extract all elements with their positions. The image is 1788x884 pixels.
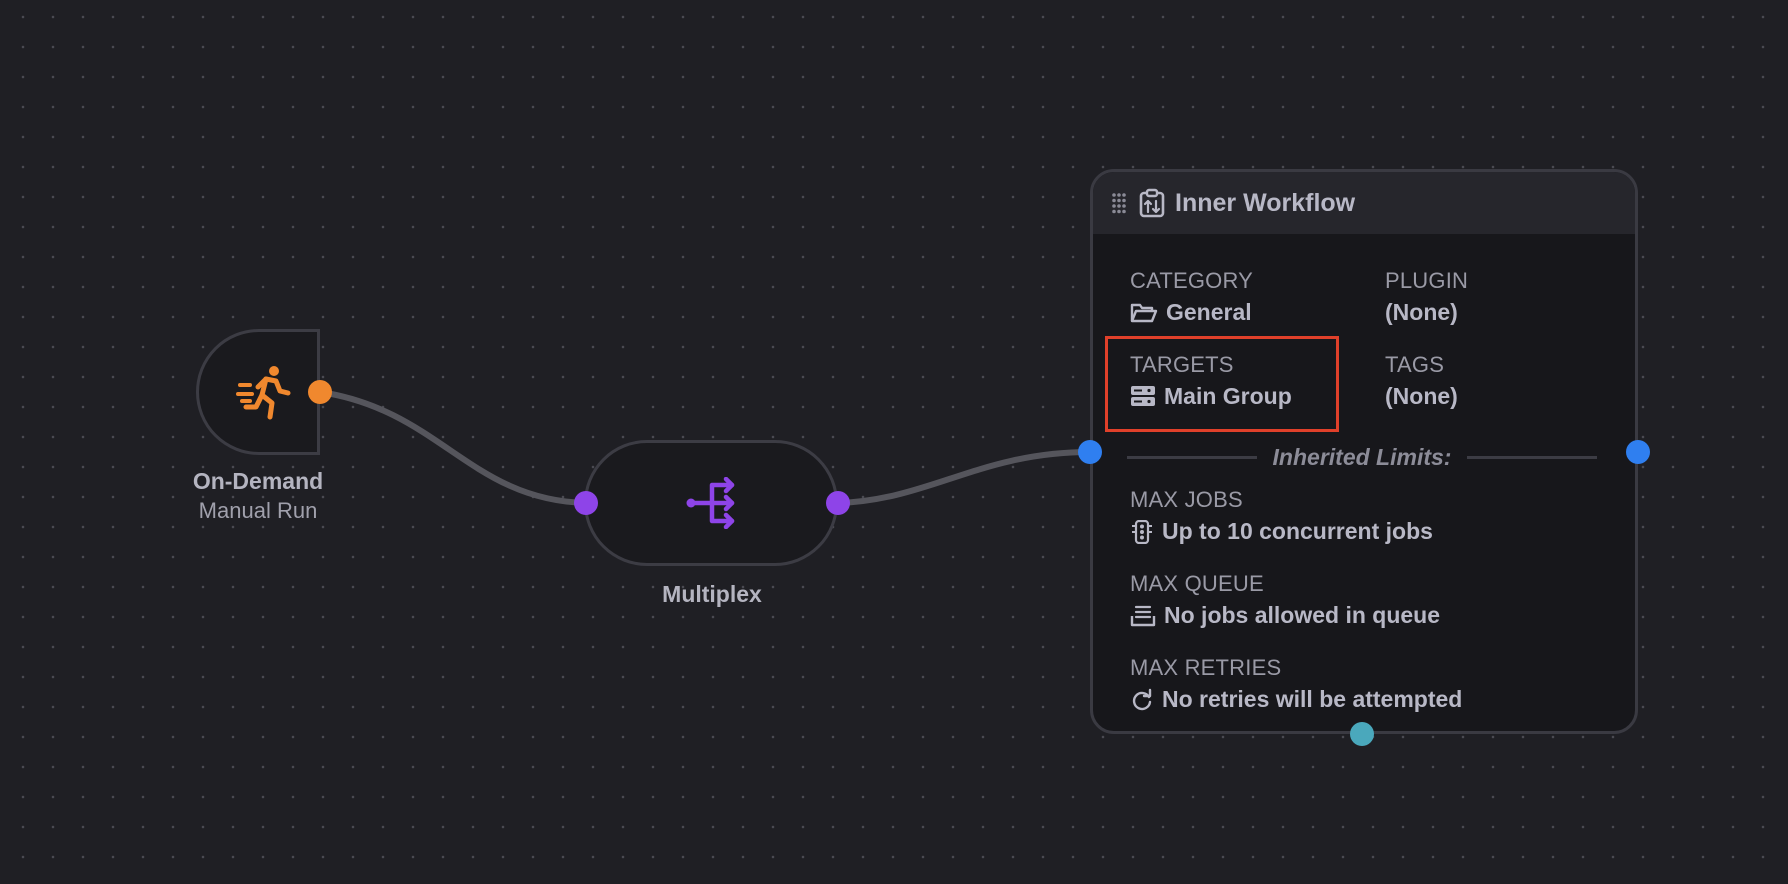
multiplex-title: Multiplex bbox=[662, 581, 762, 607]
category-value: General bbox=[1166, 299, 1252, 325]
workflow-limit-port[interactable] bbox=[1350, 722, 1374, 746]
max-queue-value: No jobs allowed in queue bbox=[1164, 602, 1441, 628]
multiplex-input-port[interactable] bbox=[574, 491, 598, 515]
max-queue-value-row: No jobs allowed in queue bbox=[1130, 602, 1440, 629]
category-value-row: General bbox=[1130, 299, 1253, 326]
field-max-queue: MAX QUEUE No jobs allowed in queue bbox=[1130, 571, 1440, 629]
field-targets: TARGETS Main Group bbox=[1130, 352, 1292, 410]
trigger-node[interactable] bbox=[196, 329, 320, 455]
targets-value-row: Main Group bbox=[1130, 383, 1292, 410]
drag-grip-icon[interactable] bbox=[1111, 192, 1127, 214]
targets-value: Main Group bbox=[1164, 383, 1292, 409]
workflow-title: Inner Workflow bbox=[1175, 188, 1356, 217]
trigger-output-port[interactable] bbox=[308, 380, 332, 404]
inherited-limits-divider: Inherited Limits: bbox=[1127, 442, 1597, 472]
field-max-retries: MAX RETRIES No retries will be attempted bbox=[1130, 655, 1462, 713]
workflow-header[interactable]: Inner Workflow bbox=[1093, 172, 1635, 234]
workflow-output-port[interactable] bbox=[1626, 440, 1650, 464]
category-label: CATEGORY bbox=[1130, 268, 1254, 293]
redo-icon bbox=[1132, 688, 1152, 710]
divider-line-right bbox=[1467, 455, 1597, 459]
max-jobs-value: Up to 10 concurrent jobs bbox=[1162, 518, 1433, 544]
max-retries-value-row: No retries will be attempted bbox=[1130, 686, 1462, 713]
multiplex-caption: Multiplex bbox=[612, 581, 812, 608]
edge-multiplex-to-workflow bbox=[835, 449, 1093, 506]
workflow-input-port[interactable] bbox=[1078, 440, 1102, 464]
multiplex-arrows-icon bbox=[686, 477, 735, 529]
clipboard-icon bbox=[1139, 188, 1165, 218]
traffic-light-icon bbox=[1132, 519, 1152, 544]
max-queue-label: MAX QUEUE bbox=[1130, 571, 1264, 596]
max-retries-value: No retries will be attempted bbox=[1162, 686, 1463, 712]
plugin-label: PLUGIN bbox=[1385, 268, 1469, 293]
workflow-node[interactable]: Inner Workflow CATEGORY General PLUGIN (… bbox=[1090, 169, 1638, 734]
folder-open-icon bbox=[1130, 303, 1158, 322]
multiplex-node[interactable] bbox=[584, 440, 838, 566]
trigger-caption: On-Demand Manual Run bbox=[158, 468, 358, 524]
max-jobs-label: MAX JOBS bbox=[1130, 487, 1243, 512]
field-plugin: PLUGIN (None) bbox=[1385, 268, 1468, 326]
edge-trigger-to-multiplex bbox=[317, 389, 589, 506]
server-icon bbox=[1131, 385, 1155, 406]
trigger-subtitle: Manual Run bbox=[198, 498, 318, 523]
tags-value: (None) bbox=[1385, 383, 1458, 409]
trigger-title: On-Demand bbox=[192, 468, 324, 494]
field-max-jobs: MAX JOBS Up to 10 concurrent jobs bbox=[1130, 487, 1433, 545]
divider-line-left bbox=[1127, 455, 1257, 459]
field-tags: TAGS (None) bbox=[1385, 352, 1458, 410]
running-person-icon bbox=[236, 366, 291, 420]
max-jobs-value-row: Up to 10 concurrent jobs bbox=[1130, 518, 1433, 545]
plugin-value: (None) bbox=[1385, 299, 1458, 325]
tray-icon bbox=[1130, 605, 1156, 626]
workflow-canvas[interactable]: On-Demand Manual Run Multiplex Inner Wor… bbox=[0, 0, 1788, 884]
targets-label: TARGETS bbox=[1130, 352, 1234, 377]
field-category: CATEGORY General bbox=[1130, 268, 1253, 326]
max-retries-label: MAX RETRIES bbox=[1130, 655, 1282, 680]
multiplex-output-port[interactable] bbox=[826, 491, 850, 515]
tags-label: TAGS bbox=[1385, 352, 1445, 377]
inherited-limits-heading: Inherited Limits: bbox=[1272, 443, 1452, 470]
